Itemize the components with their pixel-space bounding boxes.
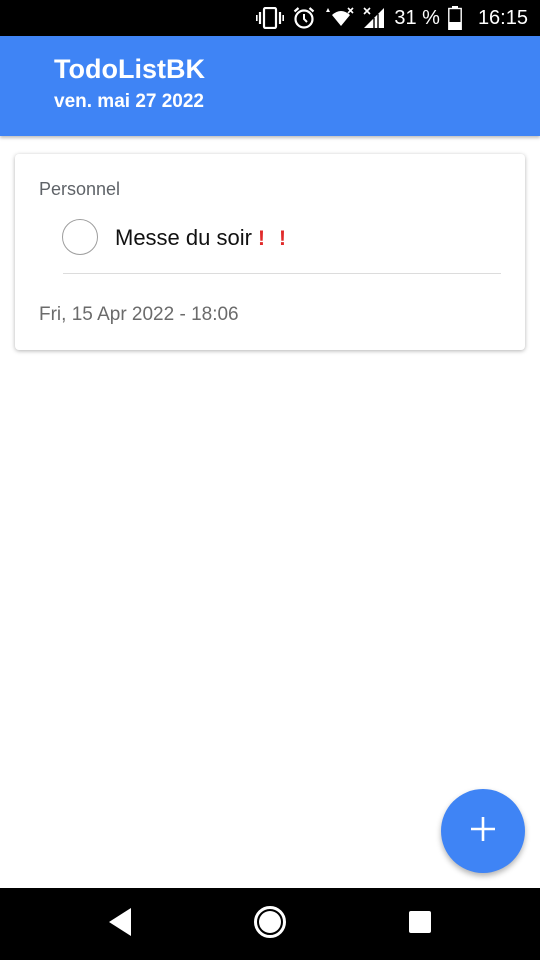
home-icon bbox=[253, 905, 287, 944]
back-icon bbox=[107, 907, 133, 942]
status-bar: 31 % 16:15 bbox=[0, 0, 540, 36]
signal-icon bbox=[362, 6, 386, 30]
vibrate-icon bbox=[256, 7, 285, 29]
wifi-icon bbox=[324, 6, 354, 30]
recents-icon bbox=[408, 910, 432, 939]
current-date: ven. mai 27 2022 bbox=[54, 91, 204, 112]
home-button[interactable] bbox=[252, 905, 288, 944]
screen: 31 % 16:15 TodoListBK ven. mai 27 2022 P… bbox=[0, 0, 540, 960]
plus-icon bbox=[470, 816, 496, 847]
task-title: Messe du soir bbox=[115, 225, 252, 250]
alarm-icon bbox=[292, 6, 316, 30]
task-card[interactable]: Personnel Messe du soir!! Fri, 15 Apr 20… bbox=[15, 154, 525, 350]
task-datetime: Fri, 15 Apr 2022 - 18:06 bbox=[39, 304, 239, 325]
priority-mark: ! bbox=[257, 227, 265, 250]
category-label: Personnel bbox=[39, 179, 121, 199]
task-title-wrapper: Messe du soir!! bbox=[115, 225, 286, 251]
add-task-button[interactable] bbox=[441, 789, 525, 873]
battery-icon bbox=[448, 6, 462, 30]
task-item[interactable]: Messe du soir!! bbox=[62, 219, 502, 259]
priority-mark: ! bbox=[278, 227, 286, 250]
task-complete-checkbox[interactable] bbox=[62, 219, 98, 255]
app-bar: TodoListBK ven. mai 27 2022 bbox=[0, 36, 540, 136]
app-title: TodoListBK bbox=[54, 54, 205, 84]
divider bbox=[63, 273, 501, 274]
status-icons: 31 % 16:15 bbox=[256, 0, 528, 36]
clock: 16:15 bbox=[477, 6, 528, 29]
battery-percent: 31 % bbox=[394, 6, 440, 29]
back-button[interactable] bbox=[102, 906, 138, 942]
navigation-bar bbox=[0, 888, 540, 960]
recents-button[interactable] bbox=[402, 906, 438, 942]
